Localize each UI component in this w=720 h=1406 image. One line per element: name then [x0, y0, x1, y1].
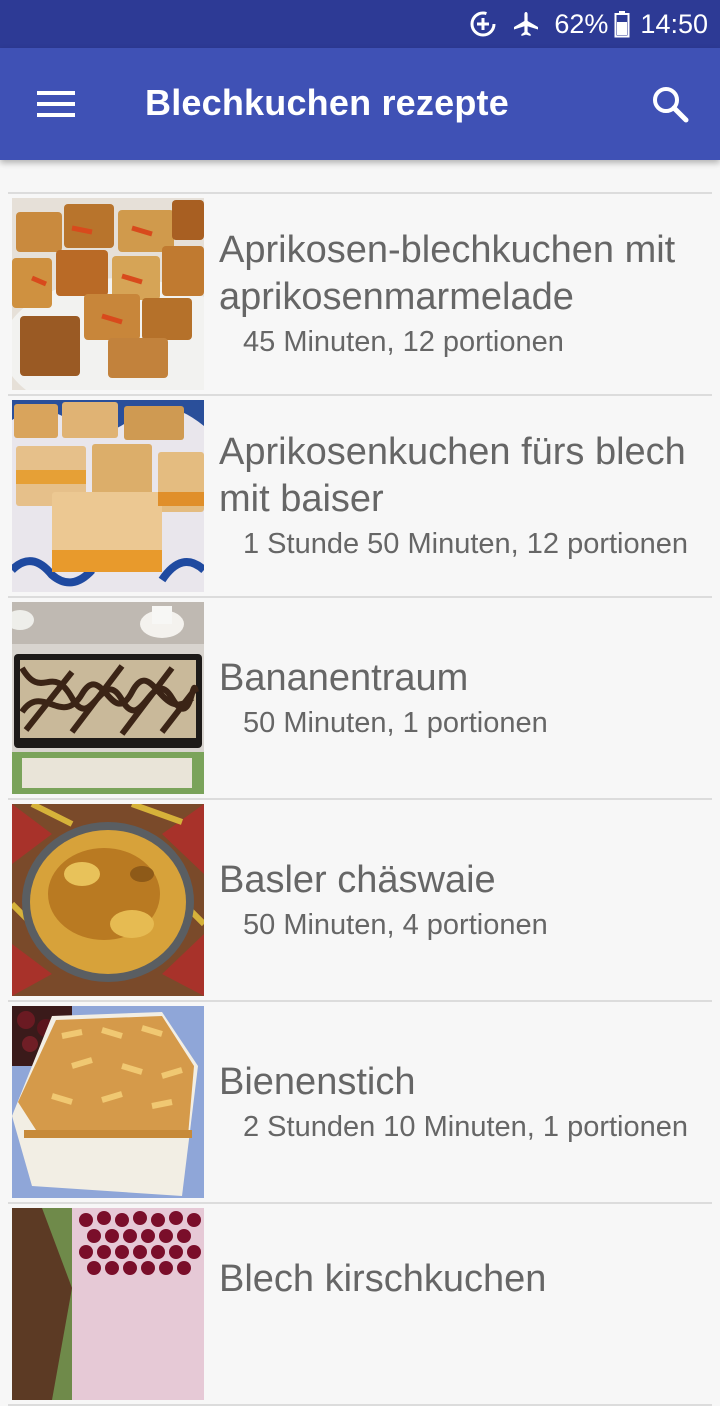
search-icon [653, 87, 689, 123]
recipe-image-bienenstich [12, 1006, 204, 1198]
recipe-meta: 2 Stunden 10 Minuten, 1 portionen [243, 1110, 688, 1143]
recipe-image-cheese-tart [12, 804, 204, 996]
recipe-title: Basler chäswaie [219, 858, 496, 901]
recipe-title: Aprikosen-blechkuchen mit aprikosenmarme… [219, 229, 676, 318]
recipe-image-apricot-meringue [12, 400, 204, 592]
recipe-item[interactable]: Bananentraum 50 Minuten, 1 portionen [8, 598, 712, 800]
status-bar: 62% 14:50 [0, 0, 720, 48]
recipe-title: Aprikosenkuchen fürs blech mit baiser [219, 431, 686, 520]
recipe-title: Bienenstich [219, 1060, 416, 1103]
recipe-meta: 50 Minuten, 1 portionen [243, 706, 548, 739]
recipe-title: Bananentraum [219, 656, 469, 699]
battery-percent: 62% [554, 8, 609, 39]
app-bar: Blechkuchen rezepte [0, 48, 720, 160]
recipe-image-cherry-sheet-cake [12, 1208, 204, 1400]
recipe-meta: 1 Stunde 50 Minuten, 12 portionen [243, 528, 688, 560]
recipe-item[interactable]: Blech kirschkuchen [8, 1204, 712, 1406]
recipe-item[interactable]: Bienenstich 2 Stunden 10 Minuten, 1 port… [8, 1002, 712, 1204]
clock: 14:50 [640, 8, 708, 39]
recipe-meta: 50 Minuten, 4 portionen [243, 908, 548, 941]
recipe-item[interactable]: Basler chäswaie 50 Minuten, 4 portionen [8, 800, 712, 1002]
recipe-item[interactable]: Aprikosenkuchen fürs blech mit baiser 1 … [8, 396, 712, 598]
hamburger-menu-icon [37, 91, 75, 117]
recipe-image-apricot-crumble [12, 198, 204, 390]
recipe-item[interactable]: Aprikosen-blechkuchen mit aprikosenmarme… [8, 194, 712, 396]
recipe-meta: 45 Minuten, 12 portionen [243, 326, 564, 358]
recipe-image-bananentraum [12, 602, 204, 794]
airplane-mode-icon [512, 10, 540, 38]
battery-icon [614, 10, 630, 38]
menu-button[interactable] [24, 76, 88, 132]
page-title: Blechkuchen rezepte [145, 82, 509, 123]
search-button[interactable] [638, 76, 702, 132]
recipe-list: Aprikosen-blechkuchen mit aprikosenmarme… [8, 192, 712, 1406]
data-saver-icon [468, 9, 498, 39]
